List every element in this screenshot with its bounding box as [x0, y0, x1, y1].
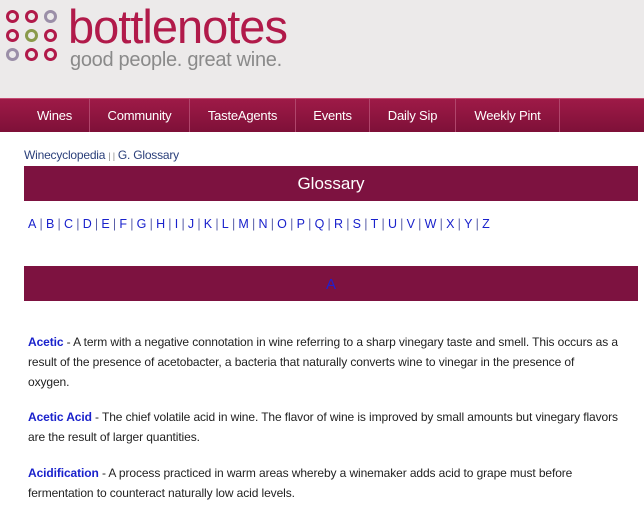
alphabet-separator: | [149, 217, 154, 231]
alphabet-link-h[interactable]: H [156, 217, 165, 231]
alphabet-link-b[interactable]: B [46, 217, 55, 231]
alphabet-separator: | [39, 217, 43, 231]
nav-item-events[interactable]: Events [296, 99, 370, 132]
breadcrumb-separator: | | [108, 151, 115, 161]
alphabet-link-r[interactable]: R [334, 217, 343, 231]
logo-dot [25, 29, 38, 42]
alphabet-separator: | [130, 217, 134, 231]
alphabet-link-q[interactable]: Q [315, 217, 325, 231]
logo-dot [44, 48, 57, 61]
alphabet-link-z[interactable]: Z [482, 217, 490, 231]
glossary-definition: - A term with a negative connotation in … [28, 335, 618, 389]
alphabet-link-e[interactable]: E [101, 217, 110, 231]
alphabet-nav: A | B | C | D | E | F | G | H | I | J | K | L | M | N | O | P | Q | R | S | T |… [28, 217, 490, 231]
alphabet-link-a[interactable]: A [28, 217, 37, 231]
main-nav: Wines Community TasteAgents Events Daily… [0, 98, 644, 132]
nav-item-wines[interactable]: Wines [20, 99, 90, 132]
alphabet-separator: | [308, 217, 312, 231]
breadcrumb: Winecyclopedia | | G. Glossary [24, 148, 179, 162]
alphabet-separator: | [270, 217, 275, 231]
alphabet-separator: | [215, 217, 219, 231]
alphabet-link-l[interactable]: L [222, 217, 229, 231]
glossary-term[interactable]: Acetic [28, 335, 64, 349]
section-letter-link[interactable]: A [326, 276, 336, 293]
alphabet-link-n[interactable]: N [258, 217, 267, 231]
alphabet-separator: | [381, 217, 385, 231]
alphabet-separator: | [400, 217, 404, 231]
logo-dot [25, 48, 38, 61]
logo-dot [25, 10, 38, 23]
alphabet-link-u[interactable]: U [388, 217, 397, 231]
logo-wordmark[interactable]: bottlenotes [68, 2, 288, 52]
logo-dot [6, 48, 19, 61]
alphabet-link-f[interactable]: F [119, 217, 127, 231]
alphabet-link-j[interactable]: J [188, 217, 194, 231]
glossary-entry: Acetic Acid - The chief volatile acid in… [28, 407, 618, 447]
section-header-a: A [24, 266, 638, 301]
alphabet-link-i[interactable]: I [175, 217, 179, 231]
tagline: good people. great wine. [70, 49, 282, 71]
breadcrumb-winecyclopedia[interactable]: Winecyclopedia [24, 148, 105, 162]
nav-item-community[interactable]: Community [90, 99, 190, 132]
alphabet-link-w[interactable]: W [425, 217, 437, 231]
alphabet-link-x[interactable]: X [446, 217, 455, 231]
alphabet-link-g[interactable]: G [137, 217, 147, 231]
alphabet-separator: | [181, 217, 185, 231]
alphabet-link-k[interactable]: K [204, 217, 213, 231]
alphabet-link-m[interactable]: M [238, 217, 249, 231]
alphabet-separator: | [290, 217, 294, 231]
alphabet-link-v[interactable]: V [407, 217, 416, 231]
alphabet-separator: | [364, 217, 368, 231]
logo-dot [44, 29, 57, 42]
alphabet-separator: | [57, 217, 61, 231]
glossary-term[interactable]: Acidification [28, 466, 99, 480]
breadcrumb-current: G. Glossary [117, 148, 179, 162]
glossary-definition: - A process practiced in warm areas wher… [28, 466, 573, 500]
logo-dot [44, 10, 57, 23]
alphabet-separator: | [112, 217, 117, 231]
alphabet-link-c[interactable]: C [64, 217, 73, 231]
alphabet-link-o[interactable]: O [277, 217, 287, 231]
alphabet-separator: | [439, 217, 444, 231]
glossary-definition: - The chief volatile acid in wine. The f… [28, 410, 618, 444]
glossary-term[interactable]: Acetic Acid [28, 410, 92, 424]
glossary-entry: Acetic - A term with a negative connotat… [28, 332, 618, 392]
alphabet-separator: | [94, 217, 99, 231]
alphabet-link-t[interactable]: T [371, 217, 379, 231]
alphabet-link-d[interactable]: D [83, 217, 92, 231]
alphabet-separator: | [231, 217, 236, 231]
nav-item-daily-sip[interactable]: Daily Sip [370, 99, 456, 132]
alphabet-separator: | [252, 217, 256, 231]
logo-dot [6, 29, 19, 42]
nav-item-tasteagents[interactable]: TasteAgents [190, 99, 296, 132]
alphabet-separator: | [197, 217, 201, 231]
nav-item-weekly-pint[interactable]: Weekly Pint [456, 99, 560, 132]
alphabet-separator: | [346, 217, 350, 231]
alphabet-separator: | [76, 217, 80, 231]
logo-dot [6, 10, 19, 23]
page-title: Glossary [24, 166, 638, 201]
glossary-entry: Acidification - A process practiced in w… [28, 463, 618, 503]
alphabet-separator: | [418, 217, 422, 231]
logo-icon[interactable] [6, 10, 60, 66]
alphabet-link-y[interactable]: Y [464, 217, 473, 231]
alphabet-link-p[interactable]: P [297, 217, 306, 231]
alphabet-separator: | [327, 217, 331, 231]
alphabet-separator: | [475, 217, 480, 231]
alphabet-separator: | [457, 217, 462, 231]
site-header: bottlenotes good people. great wine. [0, 0, 644, 98]
alphabet-separator: | [168, 217, 172, 231]
alphabet-link-s[interactable]: S [353, 217, 362, 231]
